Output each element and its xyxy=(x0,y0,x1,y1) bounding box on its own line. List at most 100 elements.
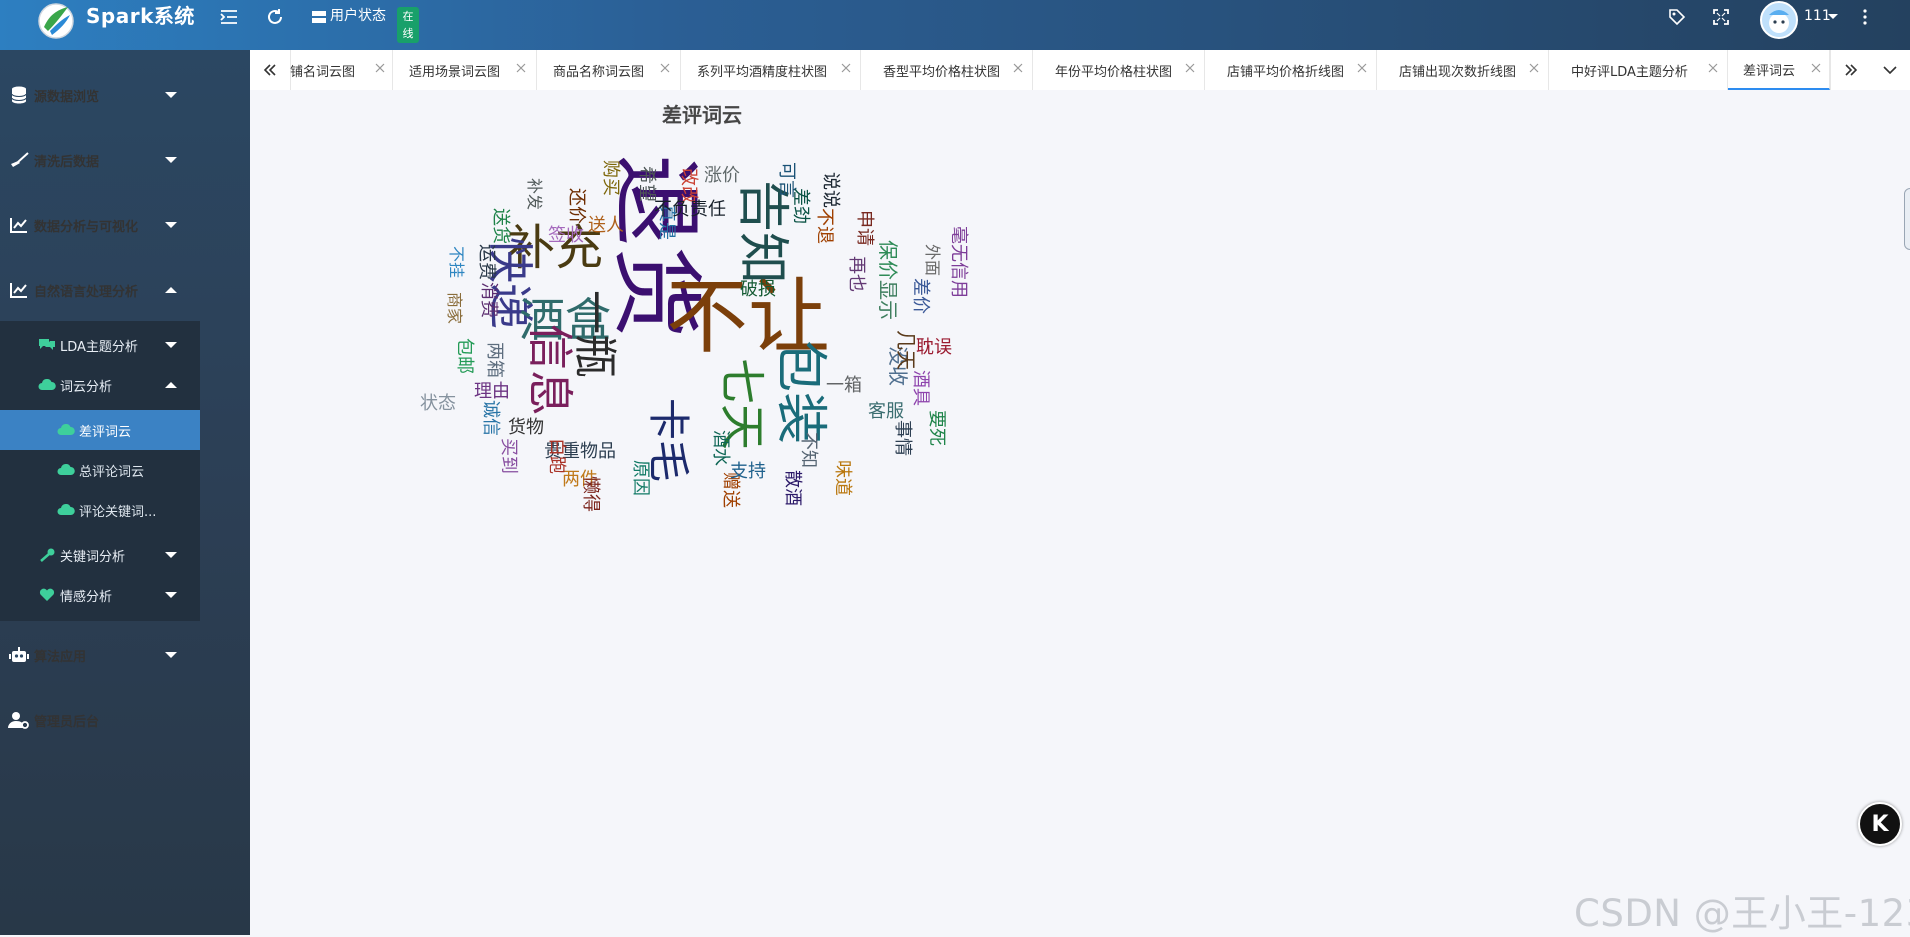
tab-shop-count-line[interactable]: 店铺出现次数折线图 xyxy=(1377,50,1549,90)
sidebar-item-admin[interactable]: 管理员后台 xyxy=(0,700,200,740)
wordcloud-word: 商家 xyxy=(445,291,464,325)
sidebar-item-label: 自然语言处理分析 xyxy=(34,284,139,300)
tab-year-price-bar[interactable]: 年份平均价格柱状图 xyxy=(1033,50,1205,90)
sidebar-item-label: 源数据浏览 xyxy=(34,89,100,105)
sidebar-item-source-data[interactable]: 源数据浏览 xyxy=(0,75,200,115)
tabs-menu-chevron-icon[interactable] xyxy=(1870,50,1910,90)
wordcloud-word: 还价 xyxy=(566,188,587,224)
tab-negative-wordcloud[interactable]: 差评词云 xyxy=(1728,50,1830,90)
tab-lda-good-reviews[interactable]: 中好评LDA主题分析 xyxy=(1549,50,1728,90)
tab-label: 系列平均酒精度柱状图 xyxy=(697,64,828,80)
wordcloud-word: 货物 xyxy=(508,417,544,438)
tab-product-name-wordcloud[interactable]: 商品名称词云图 xyxy=(537,50,681,90)
wordcloud-word: 状态 xyxy=(420,393,456,414)
wordcloud-word: 购买 xyxy=(600,160,621,196)
spark-logo-icon xyxy=(38,3,74,39)
sidebar-item-data-analysis[interactable]: 数据分析与可视化 xyxy=(0,205,200,245)
wordcloud-word: 酒具 xyxy=(910,370,931,406)
user-status-label[interactable]: 用户状态 xyxy=(330,6,386,26)
cloud-icon xyxy=(57,463,75,477)
sidebar-item-keyword-wordcloud[interactable]: 评论关键词... xyxy=(0,490,200,530)
wordcloud-word: 耽误 xyxy=(916,337,952,358)
chevron-down-icon[interactable] xyxy=(1826,6,1840,28)
chart-line-icon xyxy=(8,216,30,234)
caret-down-icon xyxy=(165,342,177,348)
wordcloud-word: 支持 xyxy=(730,461,766,482)
tabs-scroll-right-icon[interactable] xyxy=(1830,50,1872,90)
wordcloud-word: 一箱 xyxy=(826,375,862,396)
close-icon[interactable] xyxy=(1708,63,1718,73)
wordcloud-word: 送人 xyxy=(588,215,624,236)
sidebar-item-label: 数据分析与可视化 xyxy=(34,219,139,235)
avatar[interactable] xyxy=(1760,1,1798,39)
top-header: Spark系统 用户状态 在 线 111 xyxy=(0,0,1910,50)
sidebar-item-label: 词云分析 xyxy=(60,379,113,395)
tabs-scroll-left-icon[interactable] xyxy=(250,50,291,90)
cloud-icon xyxy=(57,503,75,517)
sidebar-item-label: 管理员后台 xyxy=(34,714,100,730)
wordcloud-word: 申请 xyxy=(854,210,875,246)
wordcloud-word: 包邮 xyxy=(454,338,475,374)
sidebar-item-total-wordcloud[interactable]: 总评论词云 xyxy=(0,450,200,490)
avatar-icon xyxy=(1762,3,1796,37)
tab-aroma-price-bar[interactable]: 香型平均价格柱状图 xyxy=(861,50,1033,90)
refresh-icon[interactable] xyxy=(264,6,286,28)
sidebar-item-label: LDA主题分析 xyxy=(60,339,138,355)
fullscreen-icon[interactable] xyxy=(1710,6,1732,28)
wordcloud-word: 消费 xyxy=(478,282,499,318)
close-icon[interactable] xyxy=(841,63,851,73)
sidebar-item-keyword-analysis[interactable]: 关键词分析 xyxy=(0,535,200,575)
sidebar-item-nlp-analysis[interactable]: 自然语言处理分析 xyxy=(0,270,200,310)
close-icon[interactable] xyxy=(1529,63,1539,73)
sidebar-item-label: 情感分析 xyxy=(60,589,113,605)
brand-title: Spark系统 xyxy=(86,4,195,28)
wordcloud-word: 外面 xyxy=(923,243,942,277)
sidebar-item-label: 算法应用 xyxy=(34,649,87,665)
sidebar-item-cleaned-data[interactable]: 清洗后数据 xyxy=(0,140,200,180)
close-icon[interactable] xyxy=(1357,63,1367,73)
wordcloud-word: 白跑 xyxy=(546,438,567,474)
wordcloud-word: 要死 xyxy=(926,410,947,446)
scrollbar-handle[interactable] xyxy=(1904,188,1910,250)
wordcloud-word: 一瓶 xyxy=(569,290,620,378)
sidebar-item-lda-topic[interactable]: LDA主题分析 xyxy=(0,325,200,365)
wordcloud-word: 差价 xyxy=(910,278,931,314)
key-icon xyxy=(38,547,56,563)
k-float-icon[interactable]: K xyxy=(1858,802,1902,846)
wordcloud-word: 涨价 xyxy=(704,165,740,186)
close-icon[interactable] xyxy=(660,63,670,73)
tab-shop-name-wordcloud[interactable]: 铺名词云图 xyxy=(290,50,393,90)
tab-scene-wordcloud[interactable]: 适用场景词云图 xyxy=(393,50,537,90)
close-icon[interactable] xyxy=(375,63,385,73)
sidebar-item-negative-wordcloud[interactable]: 差评词云 xyxy=(0,410,200,450)
wordcloud-word: 说说 xyxy=(820,172,841,208)
status-badge: 在 线 xyxy=(397,7,419,43)
wordcloud-word: 理由 xyxy=(474,381,510,402)
sidebar-item-label: 总评论词云 xyxy=(79,464,145,480)
menu-toggle-icon[interactable] xyxy=(218,6,240,28)
wordcloud-word: 味道 xyxy=(832,460,853,496)
close-icon[interactable] xyxy=(1013,63,1023,73)
wordcloud-word: 毫无信用 xyxy=(948,226,969,298)
chart-line-icon xyxy=(8,281,30,299)
robot-icon xyxy=(8,646,30,664)
sidebar-item-sentiment-analysis[interactable]: 情感分析 xyxy=(0,575,200,615)
caret-up-icon xyxy=(165,287,177,293)
wordcloud-word: 诚信 xyxy=(480,400,501,436)
tab-series-alcohol-bar[interactable]: 系列平均酒精度柱状图 xyxy=(681,50,861,90)
tag-icon[interactable] xyxy=(1666,6,1688,28)
sidebar-item-algorithm[interactable]: 算法应用 xyxy=(0,635,200,675)
tab-bar: 铺名词云图 适用场景词云图 商品名称词云图 系列平均酒精度柱状图 香型平均价格柱… xyxy=(250,50,1910,91)
sidebar-item-wordcloud-analysis[interactable]: 词云分析 xyxy=(0,365,200,405)
wordcloud-word: 酒水 xyxy=(710,430,731,466)
caret-down-icon xyxy=(165,592,177,598)
close-icon[interactable] xyxy=(1811,63,1821,73)
tab-shop-price-line[interactable]: 店铺平均价格折线图 xyxy=(1205,50,1377,90)
database-icon xyxy=(8,86,30,104)
wordcloud-word: 几天 xyxy=(894,330,918,370)
close-icon[interactable] xyxy=(516,63,526,73)
user-cog-icon xyxy=(8,711,30,729)
more-vertical-icon[interactable] xyxy=(1858,6,1872,28)
broom-icon xyxy=(8,151,30,169)
close-icon[interactable] xyxy=(1185,63,1195,73)
